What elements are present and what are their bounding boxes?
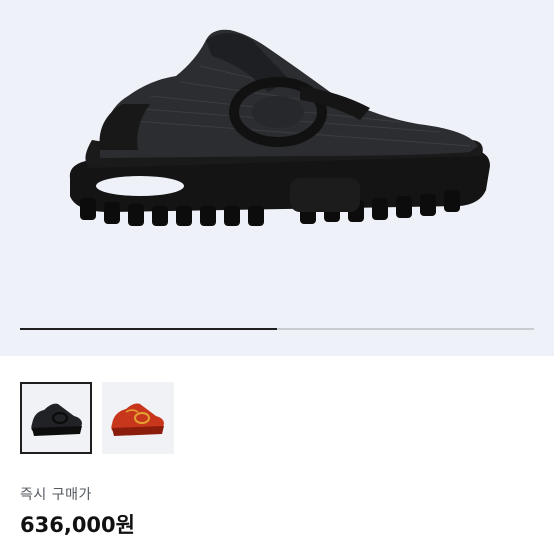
product-image-area[interactable]	[0, 0, 554, 356]
gallery-progress-track	[20, 328, 534, 330]
thumbnail-black-sneaker[interactable]	[20, 382, 92, 454]
price-value: 636,000원	[20, 513, 135, 537]
thumbnail-gallery	[20, 382, 174, 454]
thumbnail-red-sneaker[interactable]	[102, 382, 174, 454]
gallery-progress-fill	[20, 328, 277, 330]
black-sneaker-thumbnail-icon	[31, 403, 82, 436]
price-label: 즉시 구매가	[20, 487, 92, 503]
red-sneaker-thumbnail-icon	[111, 403, 164, 436]
sneaker-image	[69, 29, 490, 226]
